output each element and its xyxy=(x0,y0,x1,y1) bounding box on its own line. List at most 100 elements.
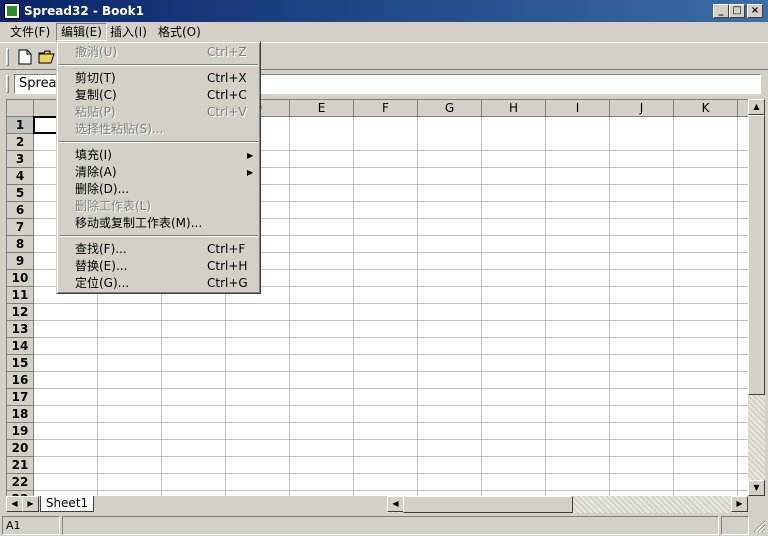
column-header-i[interactable]: I xyxy=(546,100,610,117)
menu-format[interactable]: 格式(O) xyxy=(154,24,205,40)
row-header-5[interactable]: 5 xyxy=(7,185,34,202)
menu-copy-label: 复制(C) xyxy=(75,88,117,102)
row-header-21[interactable]: 21 xyxy=(7,457,34,474)
grid-line xyxy=(34,490,748,491)
row-header-17[interactable]: 17 xyxy=(7,389,34,406)
submenu-arrow-icon: ▶ xyxy=(247,168,254,177)
row-header-16[interactable]: 16 xyxy=(7,372,34,389)
sheet-next-icon[interactable]: ▶ xyxy=(22,496,39,512)
column-header-k[interactable]: K xyxy=(674,100,738,117)
resize-grip-icon[interactable] xyxy=(751,518,766,533)
select-all-corner[interactable] xyxy=(7,100,34,117)
row-header-11[interactable]: 11 xyxy=(7,287,34,304)
title-bar: Spread32 - Book1 _ □ × xyxy=(0,0,768,22)
menu-clear[interactable]: 清除(A) ▶ xyxy=(59,164,258,181)
row-header-10[interactable]: 10 xyxy=(7,270,34,287)
menu-insert[interactable]: 插入(I) xyxy=(106,24,151,40)
vertical-scroll-thumb[interactable] xyxy=(748,115,765,395)
maximize-button[interactable]: □ xyxy=(729,4,745,18)
menu-undo-shortcut: Ctrl+Z xyxy=(207,45,247,59)
menu-move-copy-sheet-label: 移动或复制工作表(M)... xyxy=(75,216,203,230)
menu-find[interactable]: 查找(F)... Ctrl+F xyxy=(59,241,258,258)
horizontal-scrollbar[interactable]: ◀ ▶ xyxy=(387,496,748,513)
menu-cut-label: 剪切(T) xyxy=(75,71,116,85)
sheet-bar: ◀ ▶ Sheet1 ◀ ▶ xyxy=(6,496,748,513)
close-button[interactable]: × xyxy=(747,4,763,18)
open-folder-icon[interactable] xyxy=(36,47,58,67)
minimize-button[interactable]: _ xyxy=(713,4,729,18)
grid-line xyxy=(34,320,748,321)
formula-grip[interactable] xyxy=(6,75,9,93)
menu-replace-shortcut: Ctrl+H xyxy=(207,259,248,273)
menu-replace-label: 替换(E)... xyxy=(75,259,128,273)
row-header-3[interactable]: 3 xyxy=(7,151,34,168)
row-header-1[interactable]: 1 xyxy=(7,117,34,134)
status-cell-ref: A1 xyxy=(2,516,60,535)
menu-bar: 文件(F) 编辑(E) 插入(I) 格式(O) xyxy=(0,22,768,41)
row-header-12[interactable]: 12 xyxy=(7,304,34,321)
window-title: Spread32 - Book1 xyxy=(24,4,144,18)
sheet-prev-icon[interactable]: ◀ xyxy=(6,496,23,512)
menu-paste-special[interactable]: 选择性粘贴(S)... xyxy=(59,121,258,138)
menu-goto[interactable]: 定位(G)... Ctrl+G xyxy=(59,275,258,292)
menu-copy-shortcut: Ctrl+C xyxy=(207,88,247,102)
menu-cut[interactable]: 剪切(T) Ctrl+X xyxy=(59,70,258,87)
column-header-f[interactable]: F xyxy=(354,100,418,117)
toolbar-grip[interactable] xyxy=(6,48,9,66)
menu-separator xyxy=(59,235,258,237)
column-header-h[interactable]: H xyxy=(482,100,546,117)
menu-replace[interactable]: 替换(E)... Ctrl+H xyxy=(59,258,258,275)
new-file-icon[interactable] xyxy=(14,47,36,67)
row-header-19[interactable]: 19 xyxy=(7,423,34,440)
menu-goto-shortcut: Ctrl+G xyxy=(207,276,248,290)
menu-paste[interactable]: 粘贴(P) Ctrl+V xyxy=(59,104,258,121)
grid-line xyxy=(34,388,748,389)
menu-goto-label: 定位(G)... xyxy=(75,276,130,290)
grid-line xyxy=(34,405,748,406)
scroll-left-icon[interactable]: ◀ xyxy=(387,496,404,512)
menu-edit[interactable]: 编辑(E) xyxy=(56,23,107,41)
grid-line xyxy=(34,439,748,440)
grid-line xyxy=(34,456,748,457)
column-header-e[interactable]: E xyxy=(290,100,354,117)
menu-copy[interactable]: 复制(C) Ctrl+C xyxy=(59,87,258,104)
row-header-20[interactable]: 20 xyxy=(7,440,34,457)
scroll-down-icon[interactable]: ▼ xyxy=(748,480,765,496)
column-header-g[interactable]: G xyxy=(418,100,482,117)
grid-line xyxy=(34,354,748,355)
row-header-18[interactable]: 18 xyxy=(7,406,34,423)
menu-separator xyxy=(59,64,258,66)
menu-undo[interactable]: 撤消(U) Ctrl+Z xyxy=(59,44,258,61)
menu-find-label: 查找(F)... xyxy=(75,242,127,256)
row-header-9[interactable]: 9 xyxy=(7,253,34,270)
row-header-7[interactable]: 7 xyxy=(7,219,34,236)
status-mode xyxy=(721,516,749,535)
scroll-right-icon[interactable]: ▶ xyxy=(731,496,748,512)
app-icon[interactable] xyxy=(4,3,20,19)
scroll-up-icon[interactable]: ▲ xyxy=(748,99,765,115)
menu-delete[interactable]: 删除(D)... xyxy=(59,181,258,198)
menu-paste-shortcut: Ctrl+V xyxy=(207,105,247,119)
menu-file[interactable]: 文件(F) xyxy=(6,24,54,40)
row-header-2[interactable]: 2 xyxy=(7,134,34,151)
row-header-4[interactable]: 4 xyxy=(7,168,34,185)
vertical-scrollbar[interactable]: ▲ ▼ xyxy=(748,99,765,496)
column-header-l-partial[interactable] xyxy=(738,100,748,117)
menu-paste-special-label: 选择性粘贴(S)... xyxy=(75,122,164,136)
row-header-6[interactable]: 6 xyxy=(7,202,34,219)
menu-fill[interactable]: 填充(I) ▶ xyxy=(59,147,258,164)
menu-delete-label: 删除(D)... xyxy=(75,182,130,196)
menu-delete-sheet[interactable]: 删除工作表(L) xyxy=(59,198,258,215)
status-message xyxy=(62,516,719,535)
row-header-14[interactable]: 14 xyxy=(7,338,34,355)
horizontal-scroll-thumb[interactable] xyxy=(403,496,573,513)
row-header-15[interactable]: 15 xyxy=(7,355,34,372)
row-header-8[interactable]: 8 xyxy=(7,236,34,253)
grid-line xyxy=(34,371,748,372)
menu-move-copy-sheet[interactable]: 移动或复制工作表(M)... xyxy=(59,215,258,232)
row-header-13[interactable]: 13 xyxy=(7,321,34,338)
column-header-j[interactable]: J xyxy=(610,100,674,117)
menu-find-shortcut: Ctrl+F xyxy=(207,242,246,256)
sheet-tab-sheet1[interactable]: Sheet1 xyxy=(40,496,94,512)
row-header-22[interactable]: 22 xyxy=(7,474,34,491)
